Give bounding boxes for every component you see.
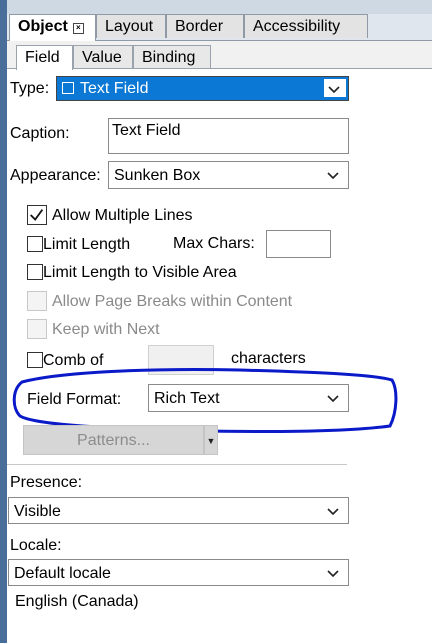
subtab-binding[interactable]: Binding [133,45,211,68]
presence-select[interactable]: Visible [8,497,349,524]
keep-with-next-label: Keep with Next [52,321,160,338]
chevron-down-icon [327,508,339,516]
locale-resolved-text: English (Canada) [15,593,139,610]
keep-with-next-checkbox[interactable] [27,319,47,339]
type-select[interactable]: Text Field [56,76,349,101]
check-icon [30,209,44,221]
appearance-select-value: Sunken Box [114,167,201,184]
limit-length-label: Limit Length [43,236,131,253]
type-select-value: Text Field [80,80,149,97]
chevron-down-icon [327,172,339,180]
tab-object-label: Object [18,18,68,35]
section-divider [7,464,347,465]
close-icon[interactable]: × [72,23,84,34]
chevron-down-icon [327,570,339,578]
max-chars-field[interactable] [266,230,331,258]
subtab-value-label: Value [82,49,122,66]
tab-layout[interactable]: Layout [96,14,166,38]
limit-visible-area-label: Limit Length to Visible Area [43,264,237,281]
tab-border[interactable]: Border [166,14,244,38]
patterns-button[interactable]: Patterns... [23,425,204,455]
tab-layout-label: Layout [105,18,154,35]
tab-strip-band [0,0,432,14]
tab-accessibility[interactable]: Accessibility [244,14,368,38]
appearance-label: Appearance: [10,167,101,184]
appearance-select[interactable]: Sunken Box [108,161,349,189]
presence-select-value: Visible [14,503,61,520]
locale-select[interactable]: Default locale [8,559,349,586]
text-field-icon [62,82,74,94]
limit-length-checkbox[interactable] [27,236,43,252]
max-chars-label: Max Chars: [173,235,255,252]
tab-border-label: Border [175,18,224,35]
caption-field[interactable]: Text Field [108,118,349,154]
panel-grip[interactable] [0,0,7,643]
caption-label: Caption: [10,125,70,142]
subtab-field-label: Field [25,49,60,66]
patterns-dropdown-icon[interactable]: ▼ [204,425,218,455]
tab-accessibility-label: Accessibility [253,18,341,35]
allow-multiple-lines-checkbox[interactable] [27,205,47,225]
allow-page-breaks-label: Allow Page Breaks within Content [52,293,293,310]
type-label: Type: [10,80,50,97]
presence-label: Presence: [10,474,83,491]
allow-multiple-lines-label: Allow Multiple Lines [52,207,193,224]
limit-visible-area-checkbox[interactable] [27,264,43,280]
chevron-down-icon [328,86,340,94]
locale-select-value: Default locale [14,565,111,582]
subtab-value[interactable]: Value [73,45,133,68]
subtab-field[interactable]: Field [16,45,73,70]
subtab-binding-label: Binding [142,49,196,66]
locale-label: Locale: [10,537,62,554]
tab-object[interactable]: Object × [9,14,96,41]
allow-page-breaks-checkbox[interactable] [27,291,47,311]
